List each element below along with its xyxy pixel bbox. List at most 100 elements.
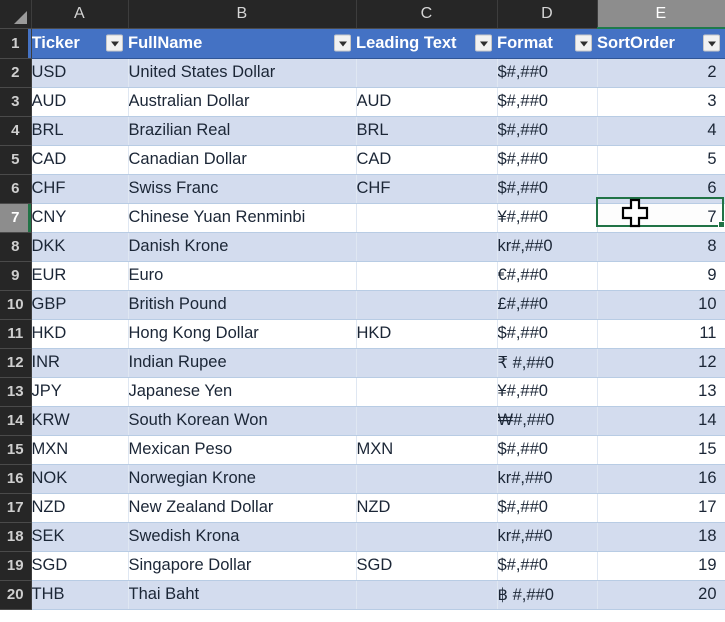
- cell-b2[interactable]: United States Dollar: [128, 58, 357, 88]
- cell-c16[interactable]: [356, 464, 498, 494]
- cell-d2[interactable]: $#,##0: [497, 58, 598, 88]
- cell-c18[interactable]: [356, 522, 498, 552]
- cell-b15[interactable]: Mexican Peso: [128, 435, 357, 465]
- cell-a5[interactable]: CAD: [31, 145, 129, 175]
- cell-a9[interactable]: EUR: [31, 261, 129, 291]
- cell-b9[interactable]: Euro: [128, 261, 357, 291]
- cell-c8[interactable]: [356, 232, 498, 262]
- row-header-11[interactable]: 11: [0, 319, 32, 349]
- table-header-cell[interactable]: Leading Text: [356, 28, 497, 59]
- row-header-1[interactable]: 1: [0, 28, 32, 59]
- cell-c6[interactable]: CHF: [356, 174, 498, 204]
- cell-a4[interactable]: BRL: [31, 116, 129, 146]
- column-header-c[interactable]: C: [356, 0, 498, 29]
- cell-a15[interactable]: MXN: [31, 435, 129, 465]
- cell-a19[interactable]: SGD: [31, 551, 129, 581]
- cell-e8[interactable]: 8: [597, 232, 725, 262]
- row-header-6[interactable]: 6: [0, 174, 32, 204]
- cell-e16[interactable]: 16: [597, 464, 725, 494]
- row-header-3[interactable]: 3: [0, 87, 32, 117]
- cell-e9[interactable]: 9: [597, 261, 725, 291]
- row-header-4[interactable]: 4: [0, 116, 32, 146]
- row-header-20[interactable]: 20: [0, 580, 32, 610]
- cell-e19[interactable]: 19: [597, 551, 725, 581]
- cell-e4[interactable]: 4: [597, 116, 725, 146]
- row-header-2[interactable]: 2: [0, 58, 32, 88]
- cell-a13[interactable]: JPY: [31, 377, 129, 407]
- cell-c13[interactable]: [356, 377, 498, 407]
- cell-c10[interactable]: [356, 290, 498, 320]
- table-header-cell[interactable]: Ticker: [31, 28, 128, 59]
- filter-dropdown-icon[interactable]: [334, 34, 351, 52]
- cell-d7[interactable]: ¥#,##0: [497, 203, 598, 233]
- cell-a10[interactable]: GBP: [31, 290, 129, 320]
- row-header-9[interactable]: 9: [0, 261, 32, 291]
- cell-d17[interactable]: $#,##0: [497, 493, 598, 523]
- row-header-18[interactable]: 18: [0, 522, 32, 552]
- cell-c17[interactable]: NZD: [356, 493, 498, 523]
- cell-b12[interactable]: Indian Rupee: [128, 348, 357, 378]
- cell-a8[interactable]: DKK: [31, 232, 129, 262]
- cell-e10[interactable]: 10: [597, 290, 725, 320]
- row-header-7[interactable]: 7: [0, 203, 32, 233]
- cell-c20[interactable]: [356, 580, 498, 610]
- cell-a7[interactable]: CNY: [31, 203, 129, 233]
- cell-d6[interactable]: $#,##0: [497, 174, 598, 204]
- row-header-16[interactable]: 16: [0, 464, 32, 494]
- cell-e13[interactable]: 13: [597, 377, 725, 407]
- row-header-8[interactable]: 8: [0, 232, 32, 262]
- select-all-corner[interactable]: [0, 0, 32, 29]
- cell-b18[interactable]: Swedish Krona: [128, 522, 357, 552]
- column-header-b[interactable]: B: [128, 0, 357, 29]
- filter-dropdown-icon[interactable]: [703, 34, 720, 52]
- cell-c7[interactable]: [356, 203, 498, 233]
- cell-d12[interactable]: ₹ #,##0: [497, 348, 598, 378]
- column-header-d[interactable]: D: [497, 0, 598, 29]
- cell-e17[interactable]: 17: [597, 493, 725, 523]
- cell-e15[interactable]: 15: [597, 435, 725, 465]
- cell-b8[interactable]: Danish Krone: [128, 232, 357, 262]
- cell-d16[interactable]: kr#,##0: [497, 464, 598, 494]
- cell-b4[interactable]: Brazilian Real: [128, 116, 357, 146]
- cell-e3[interactable]: 3: [597, 87, 725, 117]
- cell-d9[interactable]: €#,##0: [497, 261, 598, 291]
- cell-b19[interactable]: Singapore Dollar: [128, 551, 357, 581]
- cell-c12[interactable]: [356, 348, 498, 378]
- cell-e2[interactable]: 2: [597, 58, 725, 88]
- row-header-14[interactable]: 14: [0, 406, 32, 436]
- cell-a14[interactable]: KRW: [31, 406, 129, 436]
- cell-e5[interactable]: 5: [597, 145, 725, 175]
- cell-c5[interactable]: CAD: [356, 145, 498, 175]
- filter-dropdown-icon[interactable]: [575, 34, 592, 52]
- cell-c3[interactable]: AUD: [356, 87, 498, 117]
- cell-b20[interactable]: Thai Baht: [128, 580, 357, 610]
- cell-a3[interactable]: AUD: [31, 87, 129, 117]
- cell-c15[interactable]: MXN: [356, 435, 498, 465]
- cell-b3[interactable]: Australian Dollar: [128, 87, 357, 117]
- cell-b11[interactable]: Hong Kong Dollar: [128, 319, 357, 349]
- cell-c14[interactable]: [356, 406, 498, 436]
- row-header-10[interactable]: 10: [0, 290, 32, 320]
- cell-a16[interactable]: NOK: [31, 464, 129, 494]
- cell-d10[interactable]: £#,##0: [497, 290, 598, 320]
- cell-d20[interactable]: ฿ #,##0: [497, 580, 598, 610]
- worksheet-grid[interactable]: A B C D E 1 Ticker FullName Leading Text Format So…: [0, 0, 725, 610]
- cell-a11[interactable]: HKD: [31, 319, 129, 349]
- cell-b5[interactable]: Canadian Dollar: [128, 145, 357, 175]
- cell-e18[interactable]: 18: [597, 522, 725, 552]
- cell-b13[interactable]: Japanese Yen: [128, 377, 357, 407]
- cell-c11[interactable]: HKD: [356, 319, 498, 349]
- filter-dropdown-icon[interactable]: [106, 34, 123, 52]
- column-header-e[interactable]: E: [597, 0, 725, 29]
- cell-d14[interactable]: ₩#,##0: [497, 406, 598, 436]
- row-header-13[interactable]: 13: [0, 377, 32, 407]
- cell-d3[interactable]: $#,##0: [497, 87, 598, 117]
- table-header-cell[interactable]: FullName: [128, 28, 356, 59]
- cell-e14[interactable]: 14: [597, 406, 725, 436]
- cell-d15[interactable]: $#,##0: [497, 435, 598, 465]
- cell-b6[interactable]: Swiss Franc: [128, 174, 357, 204]
- row-header-19[interactable]: 19: [0, 551, 32, 581]
- cell-b14[interactable]: South Korean Won: [128, 406, 357, 436]
- cell-a2[interactable]: USD: [31, 58, 129, 88]
- cell-a18[interactable]: SEK: [31, 522, 129, 552]
